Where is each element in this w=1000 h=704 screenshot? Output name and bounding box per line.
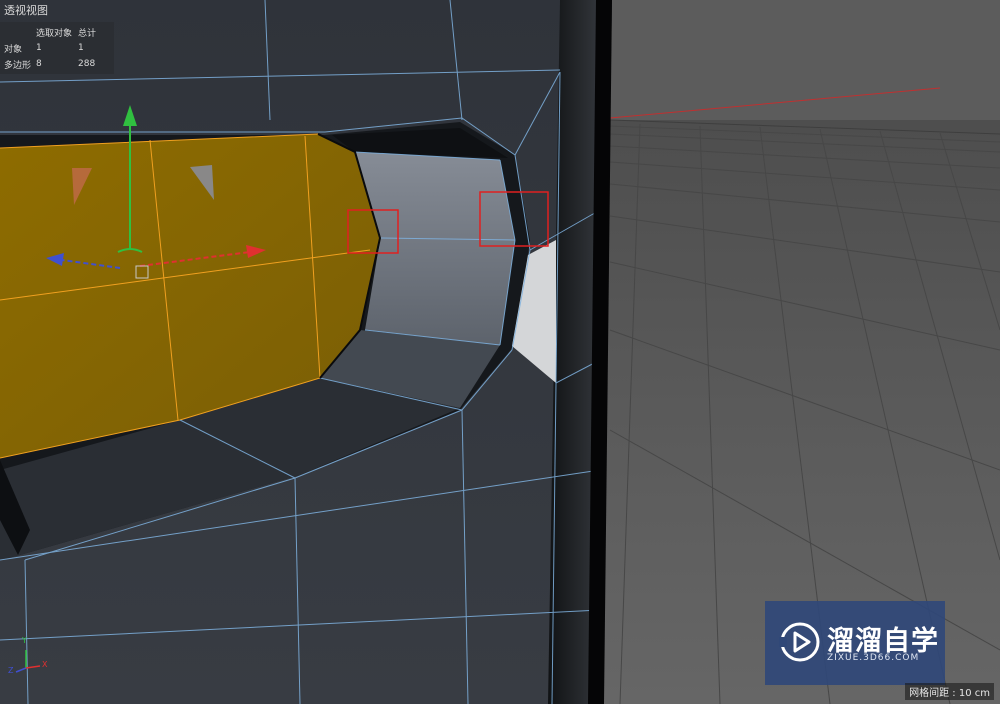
viewport-scene[interactable]	[0, 0, 1000, 704]
stats-objects-selected: 1	[36, 43, 42, 53]
stats-label-polygons: 多边形	[4, 60, 32, 71]
stats-polygons-total: 288	[78, 59, 96, 69]
viewport-title[interactable]: 透视视图	[4, 2, 48, 18]
watermark: 溜溜自学 ZIXUE.3D66.COM	[765, 601, 945, 685]
stats-polygons-selected: 8	[36, 59, 42, 69]
stats-header-total: 总计	[78, 28, 97, 39]
grid-spacing-label: 网格间距 : 10 cm	[905, 683, 994, 700]
stats-header-selected: 选取对象	[36, 28, 73, 39]
stats-label-objects: 对象	[4, 44, 23, 55]
orient-y-label: Y	[22, 636, 27, 645]
play-logo-icon	[779, 622, 820, 662]
stats-header-blank	[4, 24, 36, 40]
stats-objects-total: 1	[78, 43, 84, 53]
perspective-viewport[interactable]: 透视视图 选取对象 总计 对象 1 1 多边形 8 288 Y X Z 溜溜自学…	[0, 0, 1000, 704]
watermark-url: ZIXUE.3D66.COM	[827, 653, 920, 663]
stats-panel: 选取对象 总计 对象 1 1 多边形 8 288	[0, 22, 114, 74]
orient-z-label: Z	[8, 666, 14, 675]
orient-x-label: X	[42, 660, 48, 669]
inner-bevel-face[interactable]	[355, 152, 515, 345]
